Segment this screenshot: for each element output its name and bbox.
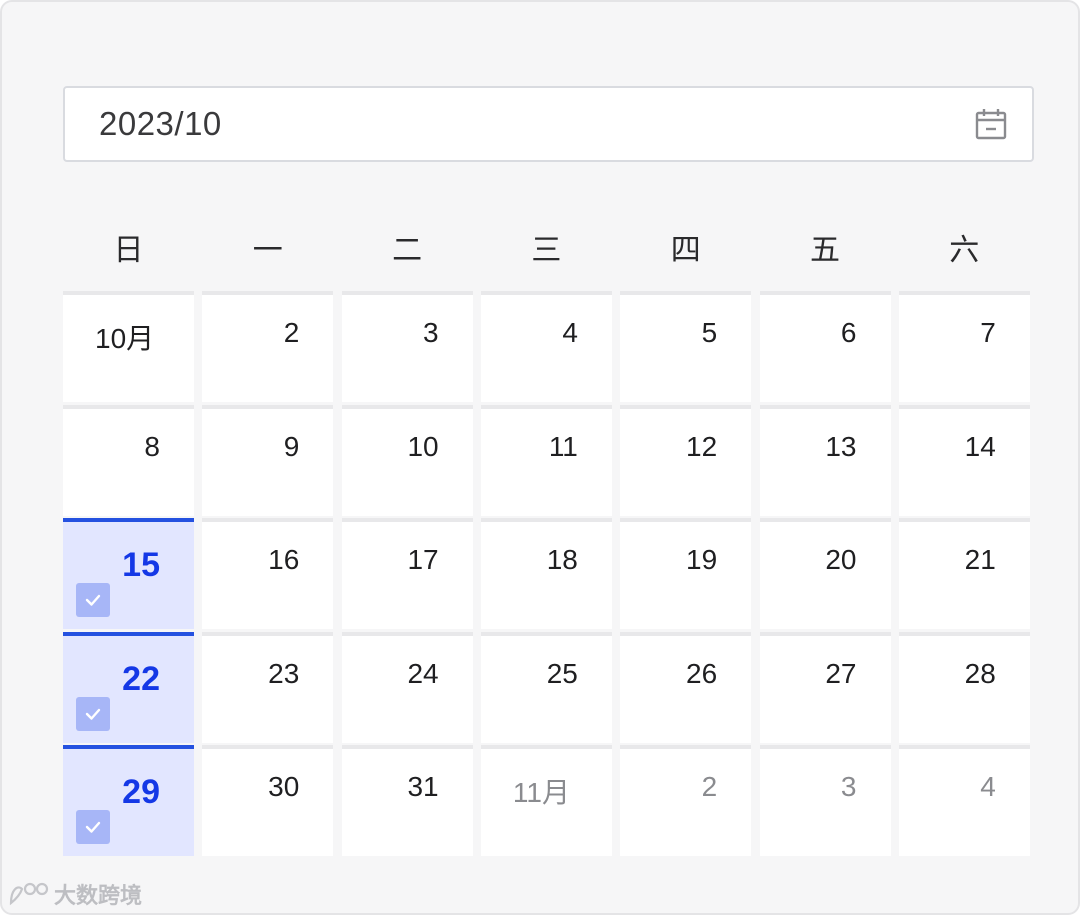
day-number: 10 xyxy=(407,430,439,462)
month-value: 2023/10 xyxy=(99,105,222,142)
checkbox-checked-icon[interactable] xyxy=(76,696,110,731)
day-cell[interactable]: 5 xyxy=(620,291,752,402)
day-number: 18 xyxy=(546,544,578,575)
day-number: 19 xyxy=(686,544,718,575)
weekday-label: 四 xyxy=(670,234,701,267)
day-cell[interactable]: 16 xyxy=(202,518,334,629)
day-number: 2 xyxy=(701,771,718,802)
day-cell-selected[interactable]: 22 xyxy=(63,631,194,743)
day-number: 26 xyxy=(686,657,718,689)
day-number: 15 xyxy=(122,546,160,584)
day-number: 31 xyxy=(407,771,439,802)
day-number: 4 xyxy=(980,771,996,802)
day-cell[interactable]: 26 xyxy=(620,631,752,743)
day-cell[interactable]: 18 xyxy=(480,518,612,629)
calendar-panel: 2023/10 日一二三四五六 10月 2 3 4 5 6 7 8 9 10 11 12 13 14 15 1… xyxy=(0,0,1080,915)
day-number: 24 xyxy=(407,657,439,689)
weekday-label: 六 xyxy=(949,234,980,267)
day-number: 13 xyxy=(825,430,857,462)
day-number: 27 xyxy=(825,657,857,689)
day-cell[interactable]: 4 xyxy=(898,745,1030,856)
day-cell[interactable]: 2 xyxy=(620,745,752,856)
weekday-label: 五 xyxy=(810,234,840,267)
day-cell[interactable]: 11月 xyxy=(480,745,612,856)
day-number: 25 xyxy=(546,657,578,689)
day-number: 2 xyxy=(283,317,300,348)
day-number: 30 xyxy=(268,771,300,802)
day-number: 8 xyxy=(144,430,160,462)
day-cell[interactable]: 11 xyxy=(480,404,612,516)
day-cell[interactable]: 31 xyxy=(341,745,473,856)
day-cell[interactable]: 17 xyxy=(341,518,473,629)
day-cell-selected[interactable]: 15 xyxy=(63,518,194,629)
day-number: 22 xyxy=(122,659,160,698)
day-cell[interactable]: 7 xyxy=(898,291,1030,402)
day-cell[interactable]: 20 xyxy=(759,518,891,629)
day-cell[interactable]: 3 xyxy=(759,745,891,856)
day-number: 14 xyxy=(964,430,996,462)
day-cell[interactable]: 3 xyxy=(341,291,473,402)
day-cell[interactable]: 2 xyxy=(202,291,334,402)
day-cell[interactable]: 24 xyxy=(341,631,473,743)
day-number: 3 xyxy=(423,317,439,348)
day-number: 16 xyxy=(268,544,300,575)
day-cell[interactable]: 30 xyxy=(202,745,334,856)
day-cell[interactable]: 10月 xyxy=(63,291,194,402)
day-cell[interactable]: 28 xyxy=(898,631,1030,743)
day-cell[interactable]: 14 xyxy=(898,404,1030,516)
calendar-grid: 10月 2 3 4 5 6 7 8 9 10 11 12 13 14 15 16 17 18 19 20 21 22 23 2… xyxy=(63,291,1030,857)
day-cell[interactable]: 6 xyxy=(759,291,891,402)
day-number: 5 xyxy=(701,317,718,348)
day-number: 11 xyxy=(548,430,578,462)
day-cell[interactable]: 13 xyxy=(759,404,891,516)
day-number: 21 xyxy=(964,544,996,575)
day-number: 28 xyxy=(964,657,996,689)
day-cell-selected[interactable]: 29 xyxy=(63,745,194,856)
day-number: 20 xyxy=(825,544,857,575)
weekday-label: 三 xyxy=(531,234,562,267)
day-number: 10月 xyxy=(95,323,155,354)
day-cell[interactable]: 21 xyxy=(898,518,1030,629)
day-number: 17 xyxy=(407,544,439,575)
checkbox-checked-icon[interactable] xyxy=(76,810,110,844)
day-number: 6 xyxy=(840,317,857,348)
day-cell[interactable]: 4 xyxy=(480,291,612,402)
day-cell[interactable]: 25 xyxy=(480,631,612,743)
day-cell[interactable]: 19 xyxy=(620,518,752,629)
day-number: 29 xyxy=(122,773,160,811)
day-number: 7 xyxy=(980,317,996,348)
weekday-label: 二 xyxy=(392,234,423,267)
day-number: 23 xyxy=(268,657,300,689)
day-number: 3 xyxy=(840,771,857,802)
logo-icon xyxy=(9,882,49,906)
day-cell[interactable]: 8 xyxy=(63,404,194,516)
day-number: 4 xyxy=(562,317,578,348)
day-number: 12 xyxy=(686,430,718,462)
checkbox-checked-icon[interactable] xyxy=(76,583,110,617)
weekday-label: 日 xyxy=(113,234,144,267)
watermark: 大数跨境 xyxy=(8,878,142,910)
day-cell[interactable]: 27 xyxy=(759,631,891,743)
day-cell[interactable]: 10 xyxy=(341,404,473,516)
watermark-text: 大数跨境 xyxy=(54,883,143,908)
weekday-header: 日一二三四五六 xyxy=(63,226,1030,276)
day-cell[interactable]: 12 xyxy=(620,404,752,516)
day-number: 11月 xyxy=(512,777,570,808)
day-number: 9 xyxy=(283,430,300,462)
month-picker-input[interactable]: 2023/10 xyxy=(63,86,1034,162)
day-cell[interactable]: 23 xyxy=(202,631,334,743)
calendar-icon[interactable] xyxy=(974,107,1008,141)
weekday-label: 一 xyxy=(252,234,283,267)
day-cell[interactable]: 9 xyxy=(202,404,334,516)
